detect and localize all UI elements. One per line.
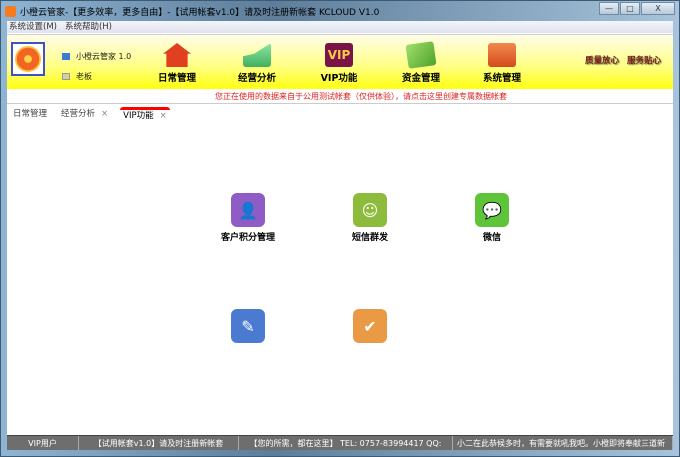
wechat-button[interactable]: 💬 微信	[447, 193, 537, 243]
app-version: 小橙云管家 1.0	[76, 52, 132, 61]
status-contact: 【您的所需，都在这里】 TEL: 0757-83994417 QQ:	[239, 436, 453, 450]
user-add-icon: 👤	[231, 193, 265, 227]
quality-link[interactable]: 质量放心	[585, 54, 619, 66]
service-link[interactable]: 服务贴心	[627, 54, 661, 66]
app-window: 小橙云管家-【更多效率，更多自由】-【试用帐套v1.0】请及时注册新帐套 KCL…	[0, 0, 680, 457]
toolbar: 小橙云管家 1.0 老板 日常管理 经营分析 VIP VIP功能 资金管理 系统管…	[7, 34, 673, 89]
status-trial: 【试用帐套v1.0】请及时注册新帐套	[79, 436, 239, 450]
customer-points-button[interactable]: 👤 客户积分管理	[203, 193, 293, 243]
tab-vip[interactable]: VIP功能 ×	[120, 107, 170, 121]
wechat-icon: 💬	[475, 193, 509, 227]
maximize-button[interactable]: □	[620, 2, 640, 15]
menu-system-settings[interactable]: 系统设置(M)	[9, 21, 57, 33]
checklist-button[interactable]: ✔	[325, 309, 415, 346]
orange-logo	[11, 42, 45, 76]
window-title: 小橙云管家-【更多效率，更多自由】-【试用帐套v1.0】请及时注册新帐套 KCL…	[20, 7, 380, 18]
title-bar: 小橙云管家-【更多效率，更多自由】-【试用帐套v1.0】请及时注册新帐套 KCL…	[1, 1, 680, 21]
status-user-type: VIP用户	[7, 436, 79, 450]
chart-icon	[243, 43, 271, 67]
folder-icon	[488, 43, 516, 67]
notepad-icon: ✎	[231, 309, 265, 343]
toolbar-business-analysis[interactable]: 经营分析	[227, 43, 287, 84]
monitor-icon	[62, 53, 70, 60]
tab-business-analysis[interactable]: 经营分析 ×	[59, 107, 110, 121]
money-icon	[405, 41, 437, 69]
minimize-button[interactable]: —	[599, 2, 619, 15]
notepad-button[interactable]: ✎	[203, 309, 293, 346]
clipboard-check-icon: ✔	[353, 309, 387, 343]
status-bar: VIP用户 【试用帐套v1.0】请及时注册新帐套 【您的所需，都在这里】 TEL…	[7, 435, 673, 450]
user-card-icon	[62, 73, 70, 80]
toolbar-daily-management[interactable]: 日常管理	[147, 43, 207, 84]
toolbar-system-management[interactable]: 系统管理	[472, 43, 532, 84]
house-icon	[163, 43, 191, 67]
close-button[interactable]: X	[641, 2, 675, 15]
vip-icon: VIP	[325, 43, 353, 67]
tab-daily-management[interactable]: 日常管理	[11, 107, 49, 121]
toolbar-fund-management[interactable]: 资金管理	[391, 41, 451, 84]
status-marquee: 小二在此恭候多时，有需要就吼我吧。小橙即将奉献三道新	[453, 436, 673, 450]
app-icon	[5, 5, 16, 17]
tab-close-icon[interactable]: ×	[101, 107, 108, 121]
tab-close-icon[interactable]: ×	[160, 110, 167, 121]
vip-content: 👤 客户积分管理 ☺ 短信群发 💬 微信 ✎ ✔	[7, 121, 673, 434]
tab-bar: 日常管理 经营分析 × VIP功能 ×	[7, 105, 673, 121]
user-role: 老板	[76, 72, 92, 81]
notice-link[interactable]: 您正在使用的数据来自于公用测试帐套（仅供体验），请点击这里创建专属数据帐套	[7, 90, 673, 104]
menu-bar: 系统设置(M) 系统帮助(H)	[7, 21, 673, 33]
toolbar-vip[interactable]: VIP VIP功能	[309, 43, 369, 84]
menu-system-help[interactable]: 系统帮助(H)	[65, 21, 112, 33]
sms-broadcast-button[interactable]: ☺ 短信群发	[325, 193, 415, 243]
sms-icon: ☺	[353, 193, 387, 227]
